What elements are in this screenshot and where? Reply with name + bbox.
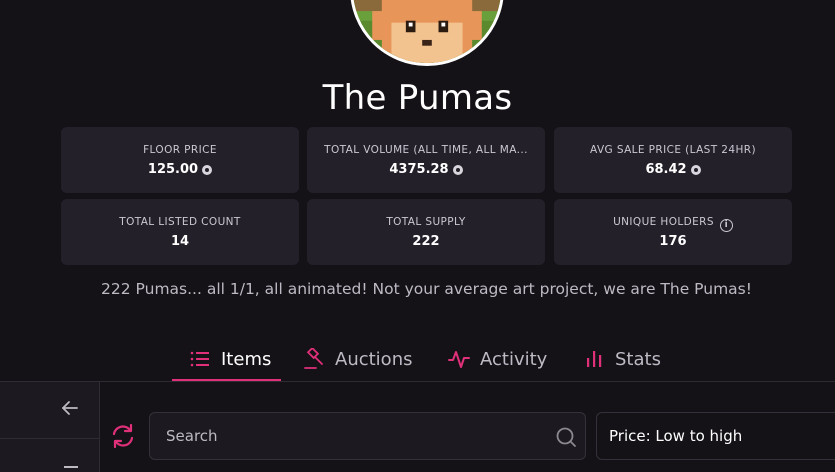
sort-selected-label: Price: Low to high [609, 427, 743, 445]
tab-stats[interactable]: Stats [583, 338, 661, 380]
collection-description: 222 Pumas... all 1/1, all animated! Not … [101, 280, 752, 298]
search-box [149, 412, 586, 460]
stat-card-avg-sale-price: AVG SALE PRICE (LAST 24HR) 68.42 [554, 127, 792, 193]
stat-value-text: 176 [659, 234, 687, 249]
stat-label: UNIQUE HOLDERS i [562, 216, 784, 232]
stat-value: 125.00 [61, 162, 299, 177]
search-input[interactable] [150, 413, 585, 459]
stat-label: AVG SALE PRICE (LAST 24HR) [590, 144, 756, 156]
tab-activity[interactable]: Activity [448, 338, 547, 380]
stat-value-text: 14 [170, 234, 190, 249]
coin-icon [690, 164, 701, 175]
stat-value-text: 222 [412, 234, 440, 249]
tab-label: Items [221, 348, 272, 370]
bar-chart-icon [587, 351, 602, 367]
stat-card-unique-holders: UNIQUE HOLDERS i 176 [554, 199, 792, 265]
info-icon[interactable]: i [719, 219, 733, 232]
activity-icon [448, 351, 470, 368]
arrow-left-icon[interactable] [60, 398, 80, 418]
coin-icon [202, 164, 213, 175]
stat-label-text: UNIQUE HOLDERS [613, 216, 714, 228]
sidebar-divider [0, 438, 100, 439]
stat-label: TOTAL SUPPLY [386, 216, 466, 228]
tab-bar: Items Auctions Activity Stats [0, 338, 835, 382]
stat-card-total-volume: TOTAL VOLUME (ALL TIME, ALL MA... 4375.2… [307, 127, 545, 193]
tab-items[interactable]: Items [189, 338, 271, 380]
stat-value: 4375.28 [307, 162, 545, 177]
stat-card-total-listed: TOTAL LISTED COUNT 14 [61, 199, 299, 265]
tab-label: Stats [615, 348, 661, 370]
stat-value: 14 [61, 234, 299, 249]
search-icon[interactable] [555, 426, 577, 448]
filter-sidebar [0, 382, 100, 472]
gavel-icon [304, 348, 323, 369]
collapse-icon[interactable] [64, 466, 78, 468]
sort-dropdown[interactable]: Price: Low to high [596, 412, 835, 460]
stat-value-text: 4375.28 [389, 162, 449, 177]
stat-value-text: 125.00 [147, 162, 199, 177]
refresh-icon[interactable] [110, 423, 136, 449]
stat-label: TOTAL VOLUME (ALL TIME, ALL MA... [324, 144, 528, 156]
puma-avatar-image [353, 0, 501, 63]
stat-value: 222 [307, 234, 545, 249]
stat-value-text: 68.42 [645, 162, 687, 177]
coin-icon [452, 164, 463, 175]
stat-card-floor-price: FLOOR PRICE 125.00 [61, 127, 299, 193]
tab-auctions[interactable]: Auctions [303, 338, 412, 380]
tab-label: Activity [480, 348, 548, 370]
stat-value: 176 [554, 234, 792, 249]
stat-card-total-supply: TOTAL SUPPLY 222 [307, 199, 545, 265]
stat-label: TOTAL LISTED COUNT [119, 216, 241, 228]
stat-value: 68.42 [554, 162, 792, 177]
list-icon [190, 351, 209, 367]
collection-avatar [350, 0, 504, 66]
collection-title: The Pumas [322, 78, 513, 118]
tab-label: Auctions [335, 348, 413, 370]
tab-divider [0, 381, 835, 382]
stat-label: FLOOR PRICE [143, 144, 217, 156]
